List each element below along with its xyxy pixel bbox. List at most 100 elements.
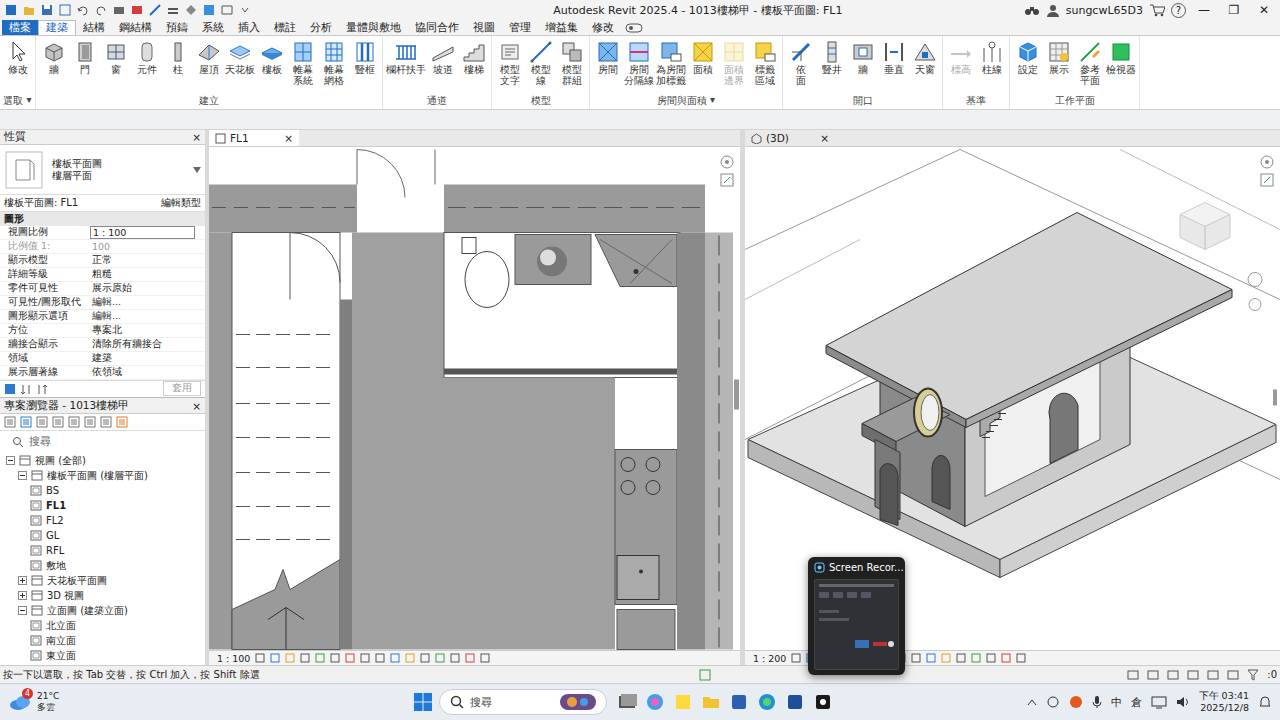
browser-tool-2-icon[interactable]	[36, 416, 48, 428]
status-tool-3-icon[interactable]	[1187, 669, 1199, 681]
tree-label[interactable]: 敷地	[46, 559, 66, 573]
ribbon-tab[interactable]: 增益集	[538, 20, 585, 35]
group-icon[interactable]	[560, 40, 584, 64]
tagarea-icon[interactable]	[753, 40, 777, 64]
ribbon-tab[interactable]: 系統	[195, 20, 231, 35]
tree-label[interactable]: RFL	[46, 545, 64, 556]
viewer-icon[interactable]	[1109, 40, 1133, 64]
expander-icon[interactable]	[18, 576, 27, 585]
quick-access-12-icon[interactable]	[220, 3, 234, 17]
ribbon-tab[interactable]: 視圖	[466, 20, 502, 35]
input-method[interactable]: 倉	[1131, 695, 1142, 710]
panel-dropdown[interactable]: ▾	[26, 94, 31, 109]
room-icon[interactable]	[596, 40, 620, 64]
ribbon-button[interactable]: 房間分隔線	[623, 40, 655, 94]
property-value[interactable]: 1 : 100	[90, 226, 195, 239]
zoom-icon[interactable]	[1260, 173, 1274, 187]
view-control-12-icon[interactable]	[435, 653, 445, 663]
floor-icon[interactable]	[260, 40, 284, 64]
taskbar-app-5-icon[interactable]	[757, 692, 777, 712]
ribbon-button[interactable]: 門	[69, 40, 100, 94]
ribbon-tab[interactable]: 建築	[38, 20, 76, 35]
ribbon-button[interactable]: 展示	[1043, 40, 1074, 94]
taskbar-app-3-icon[interactable]	[701, 692, 721, 712]
view-control-5-icon[interactable]	[330, 653, 340, 663]
browser-tool-0-icon[interactable]	[4, 416, 16, 428]
ribbon-button[interactable]: 修改	[2, 40, 33, 94]
screen-recorder-popup[interactable]: Screen Recor...	[808, 557, 905, 675]
steering-wheel-icon[interactable]	[720, 155, 734, 169]
ribbon-button[interactable]: 窗	[100, 40, 131, 94]
tree-label[interactable]: BS	[46, 485, 59, 496]
start-icon[interactable]	[413, 692, 433, 712]
tab-toggle[interactable]	[621, 20, 643, 35]
quick-access-11-icon[interactable]	[202, 3, 216, 17]
ribbon-button[interactable]: 豎井	[816, 40, 847, 94]
ribbon-button[interactable]: 垂直	[878, 40, 909, 94]
property-value[interactable]: 建築	[90, 352, 205, 365]
ribbon-tab[interactable]: 鋼結構	[112, 20, 159, 35]
expander-icon[interactable]	[18, 606, 27, 615]
quick-access-2-icon[interactable]	[40, 3, 54, 17]
tree-item[interactable]: 北立面	[0, 618, 205, 633]
sort-asc-icon[interactable]	[20, 383, 32, 395]
tree-item[interactable]: GL	[0, 528, 205, 543]
ribbon-button[interactable]: 模型線	[525, 40, 556, 94]
tree-item[interactable]: 東立面	[0, 648, 205, 663]
cw-icon[interactable]	[291, 40, 315, 64]
mic-icon[interactable]	[1092, 695, 1102, 709]
ribbon-tab[interactable]: 修改	[585, 20, 621, 35]
binoculars-icon[interactable]	[1024, 3, 1040, 17]
taskbar-app-1-icon[interactable]	[645, 692, 665, 712]
ribbon-button[interactable]: 坡道	[427, 40, 458, 94]
text-icon[interactable]	[498, 40, 522, 64]
ribbon-button[interactable]: 牆	[847, 40, 878, 94]
ribbon-button[interactable]: 面積	[687, 40, 718, 94]
ribbon-button[interactable]: 樓梯	[458, 40, 489, 94]
view-control-9-icon[interactable]	[390, 653, 400, 663]
quick-access-7-icon[interactable]	[130, 3, 144, 17]
weather-widget[interactable]: 421°C多雲	[8, 691, 413, 713]
browser-tool-3-icon[interactable]	[52, 416, 64, 428]
ribbon-button[interactable]: 柱線	[976, 40, 1007, 94]
property-value[interactable]: 粗糙	[90, 268, 205, 281]
rail-icon[interactable]	[394, 40, 418, 64]
tree-item[interactable]: 立面圖 (建築立面)	[0, 603, 205, 618]
mull-icon[interactable]	[353, 40, 377, 64]
view-control-10-icon[interactable]	[941, 653, 951, 663]
ribbon-button[interactable]: 設定	[1012, 40, 1043, 94]
view-tab-label[interactable]: (3D)	[766, 132, 789, 144]
set-icon[interactable]	[1016, 40, 1040, 64]
quick-access-3-icon[interactable]	[58, 3, 72, 17]
window-icon[interactable]	[104, 40, 128, 64]
tree-label[interactable]: FL2	[46, 515, 64, 526]
tree-label[interactable]: 3D 視圖	[47, 589, 84, 603]
quick-access-1-icon[interactable]	[22, 3, 36, 17]
view-tab[interactable]: (3D)×	[745, 130, 835, 146]
view-tab-label[interactable]: FL1	[230, 132, 249, 144]
cart-icon[interactable]	[1149, 3, 1165, 17]
taskbar-app-7-icon[interactable]	[813, 692, 833, 712]
sync-icon[interactable]	[1046, 695, 1060, 709]
expander-icon[interactable]	[18, 591, 27, 600]
ribbon-button[interactable]: 帷幕網格	[318, 40, 349, 94]
speaker-icon[interactable]	[1176, 695, 1190, 709]
user-icon[interactable]	[1046, 3, 1060, 17]
help-button[interactable]: ?	[1171, 3, 1186, 18]
ribbon-toggle-icon[interactable]	[625, 23, 643, 33]
area-icon[interactable]	[691, 40, 715, 64]
quick-access-4-icon[interactable]	[76, 3, 90, 17]
expander-icon[interactable]	[18, 471, 27, 480]
ribbon-button[interactable]: 依面	[785, 40, 816, 94]
ribbon-button[interactable]: 牆	[38, 40, 69, 94]
ribbon-tab[interactable]: 插入	[231, 20, 267, 35]
comp-icon[interactable]	[135, 40, 159, 64]
ribbon-button[interactable]: 豎框	[349, 40, 380, 94]
tag-icon[interactable]	[659, 40, 683, 64]
tree-item[interactable]: 敷地	[0, 558, 205, 573]
browser-tool-6-icon[interactable]	[100, 416, 112, 428]
ribbon-tab[interactable]: 協同合作	[408, 20, 466, 35]
view-scale[interactable]: 1 : 100	[217, 653, 250, 664]
expander-icon[interactable]	[6, 456, 15, 465]
ramp-icon[interactable]	[431, 40, 455, 64]
